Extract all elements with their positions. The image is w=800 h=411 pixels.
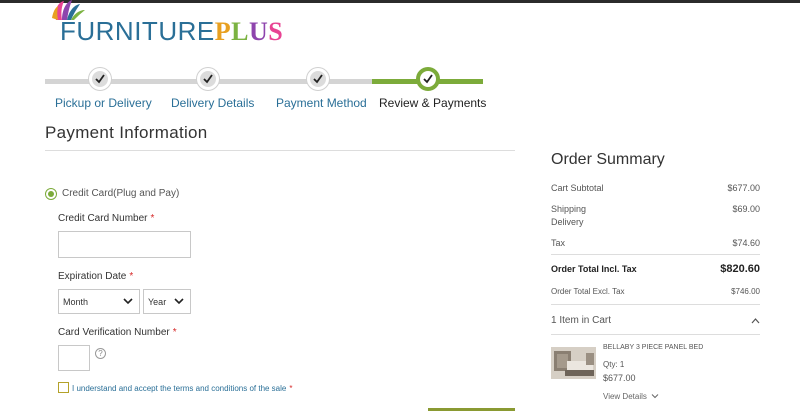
credit-card-radio-label[interactable]: Credit Card(Plug and Pay) <box>62 188 179 199</box>
product-thumbnail[interactable] <box>551 347 596 379</box>
expiration-year-select[interactable]: Year <box>143 289 191 314</box>
order-total-excl-value: $746.00 <box>731 287 760 296</box>
cart-subtotal-row: Cart Subtotal $677.00 <box>551 183 760 195</box>
required-mark: * <box>172 327 177 338</box>
section-divider <box>45 150 515 151</box>
summary-divider <box>551 304 760 305</box>
card-number-label: Credit Card Number * <box>58 213 155 224</box>
tax-label: Tax <box>551 238 566 248</box>
step-node-review <box>416 67 440 91</box>
logo-text-furniture: FURNITURE <box>60 16 215 46</box>
required-mark: * <box>289 384 293 393</box>
chevron-up-icon[interactable] <box>751 318 760 324</box>
step-node-delivery <box>197 68 219 90</box>
shipping-method: Delivery <box>551 217 584 227</box>
tax-value: $74.60 <box>732 238 760 248</box>
bed-image <box>551 347 596 379</box>
checkout-progress: Pickup or Delivery Delivery Details Paym… <box>45 67 487 116</box>
help-icon[interactable]: ? <box>95 348 106 359</box>
credit-card-radio[interactable] <box>45 188 57 200</box>
payment-section-title: Payment Information <box>45 123 208 142</box>
terms-checkbox[interactable] <box>58 382 69 393</box>
checkmark-icon <box>203 74 213 84</box>
shipping-row: Shipping Delivery $69.00 <box>551 204 760 230</box>
product-qty: Qty: 1 <box>603 360 625 369</box>
step-label-delivery[interactable]: Delivery Details <box>171 96 254 110</box>
order-total-incl-value: $820.60 <box>720 263 760 275</box>
order-total-excl-row: Order Total Excl. Tax $746.00 <box>551 287 760 299</box>
summary-divider <box>551 254 760 255</box>
chevron-down-icon <box>651 394 659 399</box>
product-name: BELLABY 3 PIECE PANEL BED <box>603 344 704 351</box>
checkmark-icon <box>423 74 433 84</box>
items-in-cart-toggle[interactable]: 1 Item in Cart <box>551 315 611 326</box>
required-mark: * <box>129 271 134 282</box>
chevron-down-icon <box>174 298 184 305</box>
step-label-pickup[interactable]: Pickup or Delivery <box>55 96 152 110</box>
terms-label[interactable]: I understand and accept the terms and co… <box>72 384 292 393</box>
product-price: $677.00 <box>603 373 636 383</box>
year-select-value: Year <box>148 297 167 307</box>
view-details-label: View Details <box>603 392 647 401</box>
cart-subtotal-value: $677.00 <box>727 183 760 193</box>
month-select-value: Month <box>63 297 89 307</box>
order-summary-title: Order Summary <box>551 151 665 168</box>
order-total-incl-row: Order Total Incl. Tax $820.60 <box>551 263 760 278</box>
expiration-date-label: Expiration Date * <box>58 271 134 282</box>
step-label-review: Review & Payments <box>379 96 487 110</box>
cart-subtotal-label: Cart Subtotal <box>551 183 604 193</box>
site-logo[interactable]: FURNITUREPLUS <box>52 0 284 50</box>
cvv-input[interactable] <box>58 345 90 371</box>
order-total-excl-label: Order Total Excl. Tax <box>551 287 625 296</box>
step-label-payment[interactable]: Payment Method <box>276 96 367 110</box>
required-mark: * <box>150 213 155 224</box>
summary-divider <box>551 334 760 335</box>
shipping-value: $69.00 <box>732 204 760 214</box>
chevron-down-icon <box>123 298 133 305</box>
checkmark-icon <box>95 74 105 84</box>
shipping-label: Shipping <box>551 204 587 214</box>
step-node-payment <box>307 68 329 90</box>
step-node-pickup <box>89 68 111 90</box>
view-details-link[interactable]: View Details <box>603 392 659 401</box>
tax-row: Tax $74.60 <box>551 238 760 250</box>
card-number-input[interactable] <box>58 231 191 258</box>
expiration-month-select[interactable]: Month <box>58 289 140 314</box>
logo-text-plus: PLUS <box>214 17 284 46</box>
checkmark-icon <box>313 74 323 84</box>
order-total-incl-label: Order Total Incl. Tax <box>551 264 637 274</box>
cvv-label: Card Verification Number * <box>58 327 177 338</box>
